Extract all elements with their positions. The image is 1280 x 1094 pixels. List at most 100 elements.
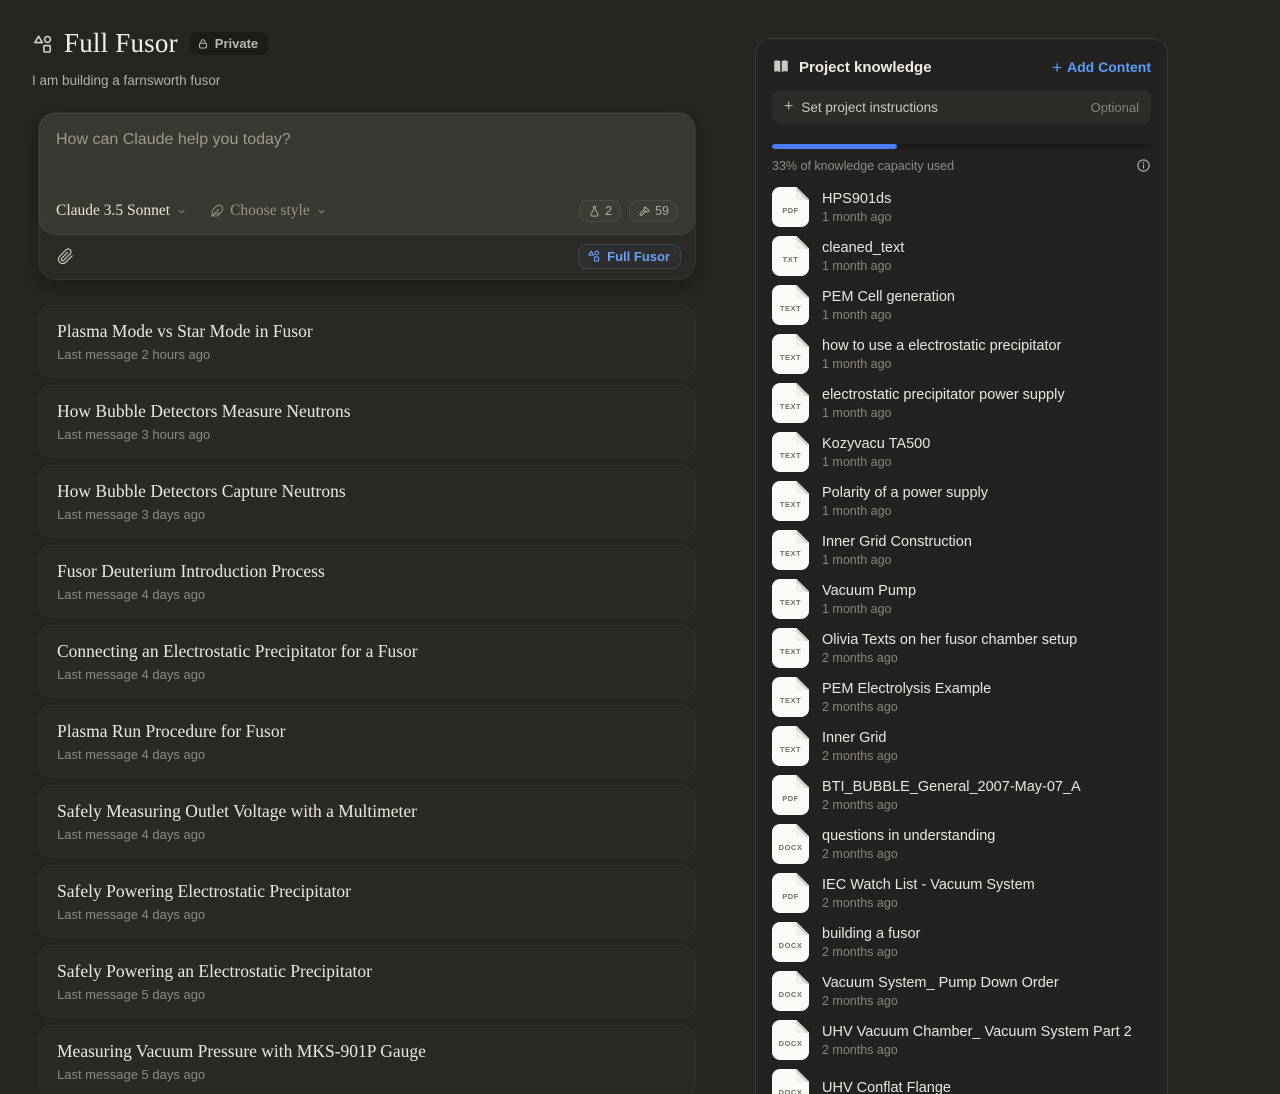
file-text: Polarity of a power supply 1 month ago [822, 485, 988, 518]
document-icon: DOCX [772, 1020, 809, 1060]
capacity-progress-track [772, 144, 1151, 149]
file-name: HPS901ds [822, 191, 892, 207]
file-name: IEC Watch List - Vacuum System [822, 877, 1035, 893]
file-text: electrostatic precipitator power supply … [822, 387, 1065, 420]
chat-card[interactable]: How Bubble Detectors Measure Neutrons La… [38, 385, 696, 458]
tools-pill[interactable]: 59 [629, 200, 678, 222]
chat-title: Measuring Vacuum Pressure with MKS-901P … [57, 1041, 677, 1062]
tools-count: 59 [655, 204, 669, 218]
file-time: 1 month ago [822, 308, 955, 322]
info-icon[interactable] [1136, 158, 1151, 173]
capacity-row: 33% of knowledge capacity used [772, 158, 1151, 173]
document-icon: TEXT [772, 726, 809, 766]
add-content-button[interactable]: + Add Content [1052, 59, 1151, 76]
chat-card[interactable]: Plasma Run Procedure for Fusor Last mess… [38, 705, 696, 778]
knowledge-file-item[interactable]: DOCX UHV Conflat Flange [772, 1069, 1151, 1094]
style-selector[interactable]: Choose style [209, 202, 327, 220]
chat-time: Last message 4 days ago [57, 747, 677, 762]
chat-card[interactable]: Plasma Mode vs Star Mode in Fusor Last m… [38, 305, 696, 378]
paperclip-icon[interactable] [57, 248, 74, 265]
chat-card[interactable]: How Bubble Detectors Capture Neutrons La… [38, 465, 696, 538]
knowledge-file-item[interactable]: DOCX questions in understanding 2 months… [772, 824, 1151, 864]
file-time: 1 month ago [822, 406, 1065, 420]
project-chip[interactable]: Full Fusor [578, 244, 681, 269]
privacy-badge[interactable]: Private [188, 31, 269, 56]
chat-card[interactable]: Fusor Deuterium Introduction Process Las… [38, 545, 696, 618]
file-text: PEM Electrolysis Example 2 months ago [822, 681, 991, 714]
file-time: 2 months ago [822, 847, 995, 861]
plus-icon: + [784, 98, 793, 116]
instructions-label: Set project instructions [801, 100, 1090, 115]
file-text: Olivia Texts on her fusor chamber setup … [822, 632, 1077, 665]
file-name: building a fusor [822, 926, 920, 942]
optional-label: Optional [1091, 100, 1139, 115]
document-icon: TEXT [772, 285, 809, 325]
chat-title: How Bubble Detectors Capture Neutrons [57, 481, 677, 502]
experiments-pill[interactable]: 2 [579, 200, 621, 222]
file-time: 1 month ago [822, 259, 904, 273]
knowledge-file-item[interactable]: TEXT how to use a electrostatic precipit… [772, 334, 1151, 374]
knowledge-file-item[interactable]: TEXT Inner Grid 2 months ago [772, 726, 1151, 766]
chat-card[interactable]: Connecting an Electrostatic Precipitator… [38, 625, 696, 698]
knowledge-file-item[interactable]: TEXT Polarity of a power supply 1 month … [772, 481, 1151, 521]
document-type-label: TEXT [780, 444, 801, 460]
chat-card[interactable]: Measuring Vacuum Pressure with MKS-901P … [38, 1025, 696, 1094]
chat-card[interactable]: Safely Measuring Outlet Voltage with a M… [38, 785, 696, 858]
file-time: 2 months ago [822, 700, 991, 714]
document-icon: TEXT [772, 383, 809, 423]
chat-time: Last message 2 hours ago [57, 347, 677, 362]
document-icon: TEXT [772, 579, 809, 619]
document-type-label: DOCX [779, 934, 803, 950]
file-time: 1 month ago [822, 602, 916, 616]
plus-icon: + [1052, 59, 1062, 76]
chat-time: Last message 3 hours ago [57, 427, 677, 442]
knowledge-file-item[interactable]: TEXT Kozyvacu TA500 1 month ago [772, 432, 1151, 472]
knowledge-file-item[interactable]: TEXT Vacuum Pump 1 month ago [772, 579, 1151, 619]
chat-card[interactable]: Safely Powering Electrostatic Precipitat… [38, 865, 696, 938]
knowledge-file-item[interactable]: TEXT Inner Grid Construction 1 month ago [772, 530, 1151, 570]
knowledge-file-item[interactable]: PDF BTI_BUBBLE_General_2007-May-07_A 2 m… [772, 775, 1151, 815]
file-name: UHV Vacuum Chamber_ Vacuum System Part 2 [822, 1024, 1132, 1040]
knowledge-file-item[interactable]: TEXT PEM Cell generation 1 month ago [772, 285, 1151, 325]
file-name: BTI_BUBBLE_General_2007-May-07_A [822, 779, 1081, 795]
model-label: Claude 3.5 Sonnet [56, 202, 170, 220]
file-time: 2 months ago [822, 798, 1081, 812]
file-name: PEM Cell generation [822, 289, 955, 305]
project-shapes-icon [587, 249, 601, 263]
project-chip-label: Full Fusor [607, 249, 670, 264]
model-selector[interactable]: Claude 3.5 Sonnet [56, 202, 187, 220]
knowledge-file-item[interactable]: PDF HPS901ds 1 month ago [772, 187, 1151, 227]
document-icon: TEXT [772, 677, 809, 717]
knowledge-file-item[interactable]: TEXT PEM Electrolysis Example 2 months a… [772, 677, 1151, 717]
knowledge-file-item[interactable]: TXT cleaned_text 1 month ago [772, 236, 1151, 276]
file-text: BTI_BUBBLE_General_2007-May-07_A 2 month… [822, 779, 1081, 812]
chat-title: Safely Powering an Electrostatic Precipi… [57, 961, 677, 982]
document-type-label: DOCX [779, 983, 803, 999]
set-instructions-button[interactable]: + Set project instructions Optional [772, 90, 1151, 124]
document-type-label: DOCX [779, 1081, 803, 1094]
file-time: 1 month ago [822, 357, 1061, 371]
file-time: 2 months ago [822, 749, 898, 763]
main-column: Full Fusor Private I am building a farns… [30, 28, 698, 1094]
file-text: IEC Watch List - Vacuum System 2 months … [822, 877, 1035, 910]
knowledge-file-item[interactable]: DOCX UHV Vacuum Chamber_ Vacuum System P… [772, 1020, 1151, 1060]
file-name: Vacuum System_ Pump Down Order [822, 975, 1059, 991]
file-name: Inner Grid [822, 730, 898, 746]
knowledge-file-item[interactable]: PDF IEC Watch List - Vacuum System 2 mon… [772, 873, 1151, 913]
document-type-label: PDF [782, 787, 799, 803]
composer-input[interactable]: How can Claude help you today? Claude 3.… [39, 113, 695, 235]
file-time: 2 months ago [822, 896, 1035, 910]
document-type-label: PDF [782, 199, 799, 215]
chat-card[interactable]: Safely Powering an Electrostatic Precipi… [38, 945, 696, 1018]
knowledge-file-item[interactable]: TEXT electrostatic precipitator power su… [772, 383, 1151, 423]
document-type-label: TEXT [780, 640, 801, 656]
document-type-label: TEXT [780, 346, 801, 362]
file-name: electrostatic precipitator power supply [822, 387, 1065, 403]
document-type-label: TEXT [780, 689, 801, 705]
file-text: building a fusor 2 months ago [822, 926, 920, 959]
knowledge-file-item[interactable]: TEXT Olivia Texts on her fusor chamber s… [772, 628, 1151, 668]
file-text: Inner Grid Construction 1 month ago [822, 534, 972, 567]
knowledge-file-item[interactable]: DOCX Vacuum System_ Pump Down Order 2 mo… [772, 971, 1151, 1011]
chat-time: Last message 4 days ago [57, 827, 677, 842]
knowledge-file-item[interactable]: DOCX building a fusor 2 months ago [772, 922, 1151, 962]
